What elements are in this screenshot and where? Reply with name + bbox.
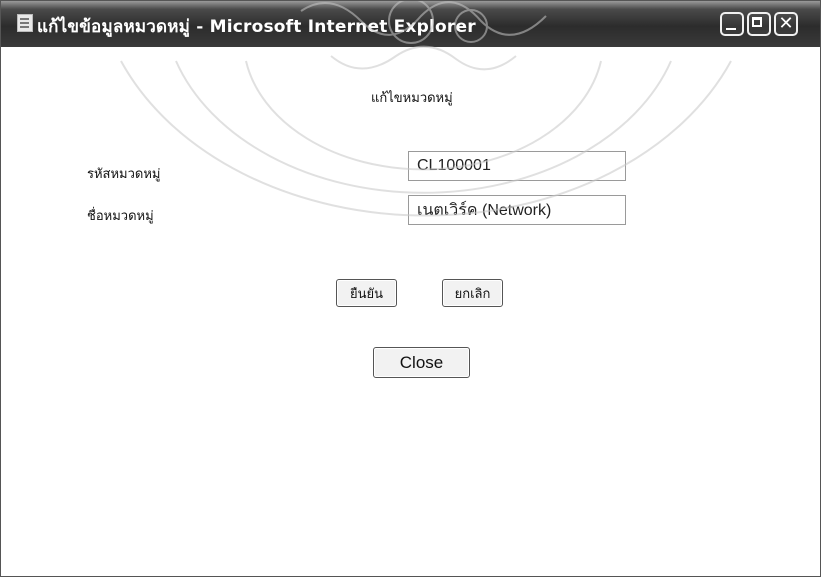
cancel-button[interactable]: ยกเลิก	[442, 279, 503, 307]
form-heading: แก้ไขหมวดหมู่	[371, 91, 453, 106]
title-bar[interactable]: แก้ไขข้อมูลหมวดหมู่ - Microsoft Internet…	[1, 1, 820, 47]
close-window-button[interactable]: ✕	[774, 12, 798, 36]
page-content: แก้ไขหมวดหมู่ รหัสหมวดหมู่ ชื่อหมวดหมู่ …	[1, 47, 820, 576]
minimize-button[interactable]	[720, 12, 744, 36]
confirm-button[interactable]: ยืนยัน	[336, 279, 397, 307]
close-button[interactable]: Close	[373, 347, 470, 378]
page-icon	[17, 14, 33, 32]
maximize-icon	[749, 14, 769, 34]
window-title-app: Microsoft Internet Explorer	[209, 17, 476, 37]
category-name-label: ชื่อหมวดหมู่	[87, 209, 154, 224]
minimize-icon	[722, 14, 742, 34]
window-title-page: แก้ไขข้อมูลหมวดหมู่	[37, 17, 191, 37]
window-title: แก้ไขข้อมูลหมวดหมู่ - Microsoft Internet…	[37, 13, 476, 40]
close-icon: ✕	[778, 13, 794, 34]
browser-window: แก้ไขข้อมูลหมวดหมู่ - Microsoft Internet…	[0, 0, 821, 577]
category-code-field[interactable]	[408, 151, 626, 181]
category-code-label: รหัสหมวดหมู่	[87, 167, 161, 182]
category-name-field[interactable]	[408, 195, 626, 225]
window-title-separator: -	[190, 17, 210, 37]
maximize-button[interactable]	[747, 12, 771, 36]
